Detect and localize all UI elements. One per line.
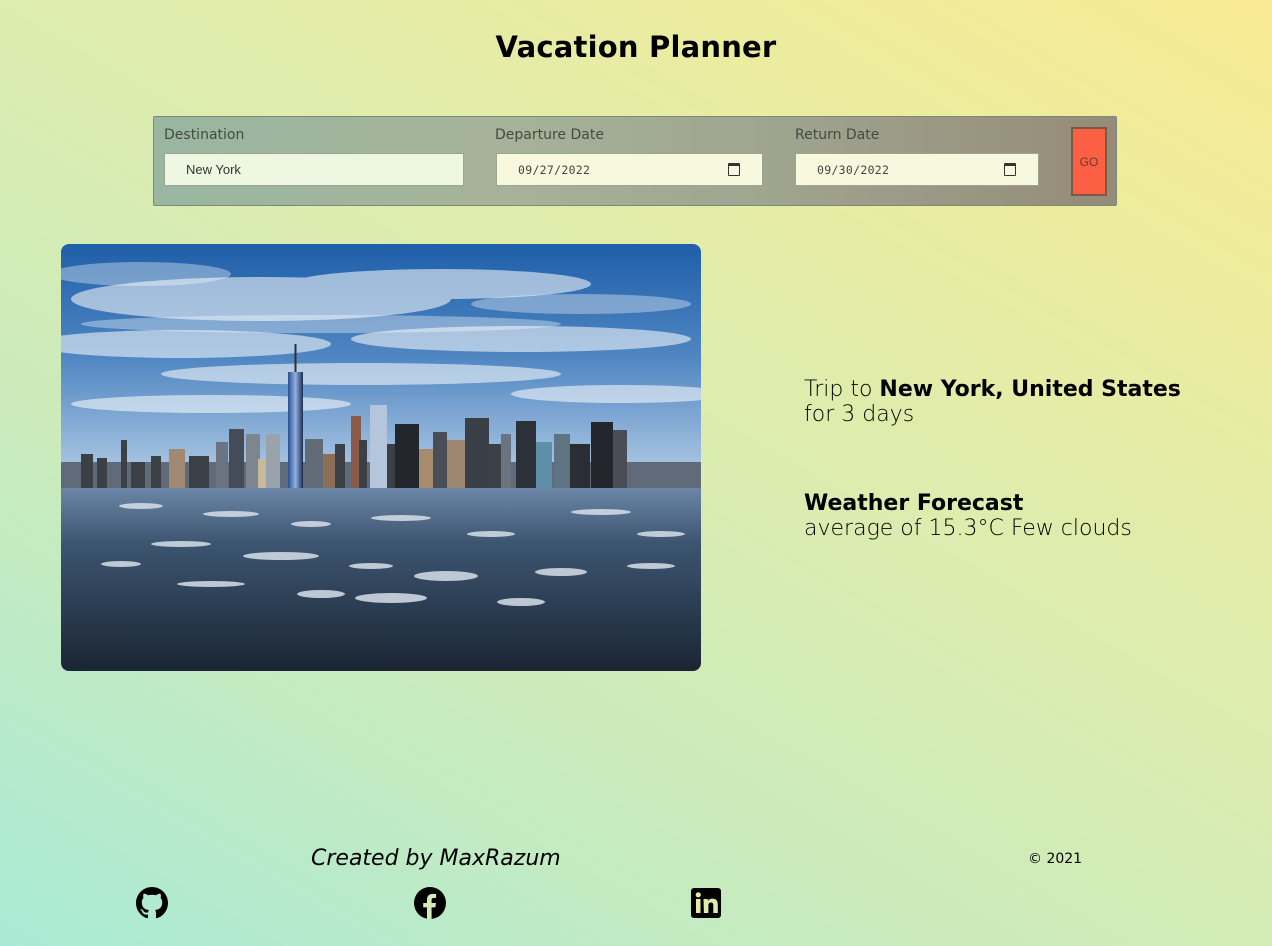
trip-duration: for 3 days bbox=[804, 402, 915, 427]
destination-photo bbox=[61, 244, 701, 671]
destination-input[interactable]: New York bbox=[164, 153, 464, 186]
footer-credit: Created by MaxRazum bbox=[311, 846, 561, 871]
destination-value: New York bbox=[186, 162, 241, 177]
page-title: Vacation Planner bbox=[495, 30, 777, 64]
return-date-value: 09/30/2022 bbox=[817, 162, 890, 177]
calendar-icon[interactable] bbox=[1004, 163, 1016, 176]
facebook-icon[interactable] bbox=[414, 887, 446, 919]
weather-forecast: Weather Forecast average of 15.3°C Few c… bbox=[804, 491, 1132, 541]
go-button[interactable]: GO bbox=[1071, 127, 1107, 196]
calendar-icon[interactable] bbox=[728, 163, 740, 176]
trip-prefix: Trip to bbox=[804, 377, 880, 402]
departure-date-value: 09/27/2022 bbox=[518, 162, 591, 177]
search-form: Destination New York Departure Date 09/2… bbox=[153, 116, 1117, 206]
destination-label: Destination bbox=[164, 127, 245, 143]
weather-heading: Weather Forecast bbox=[804, 491, 1024, 516]
weather-summary: average of 15.3°C Few clouds bbox=[804, 516, 1132, 541]
return-date-label: Return Date bbox=[795, 127, 880, 143]
return-date-input[interactable]: 09/30/2022 bbox=[795, 153, 1039, 186]
trip-summary: Trip to New York, United States for 3 da… bbox=[804, 377, 1181, 427]
trip-destination: New York, United States bbox=[879, 377, 1181, 402]
departure-date-label: Departure Date bbox=[495, 127, 604, 143]
github-icon[interactable] bbox=[136, 887, 168, 919]
departure-date-input[interactable]: 09/27/2022 bbox=[496, 153, 763, 186]
linkedin-icon[interactable] bbox=[690, 887, 722, 919]
footer-copyright: © 2021 bbox=[1028, 851, 1083, 867]
